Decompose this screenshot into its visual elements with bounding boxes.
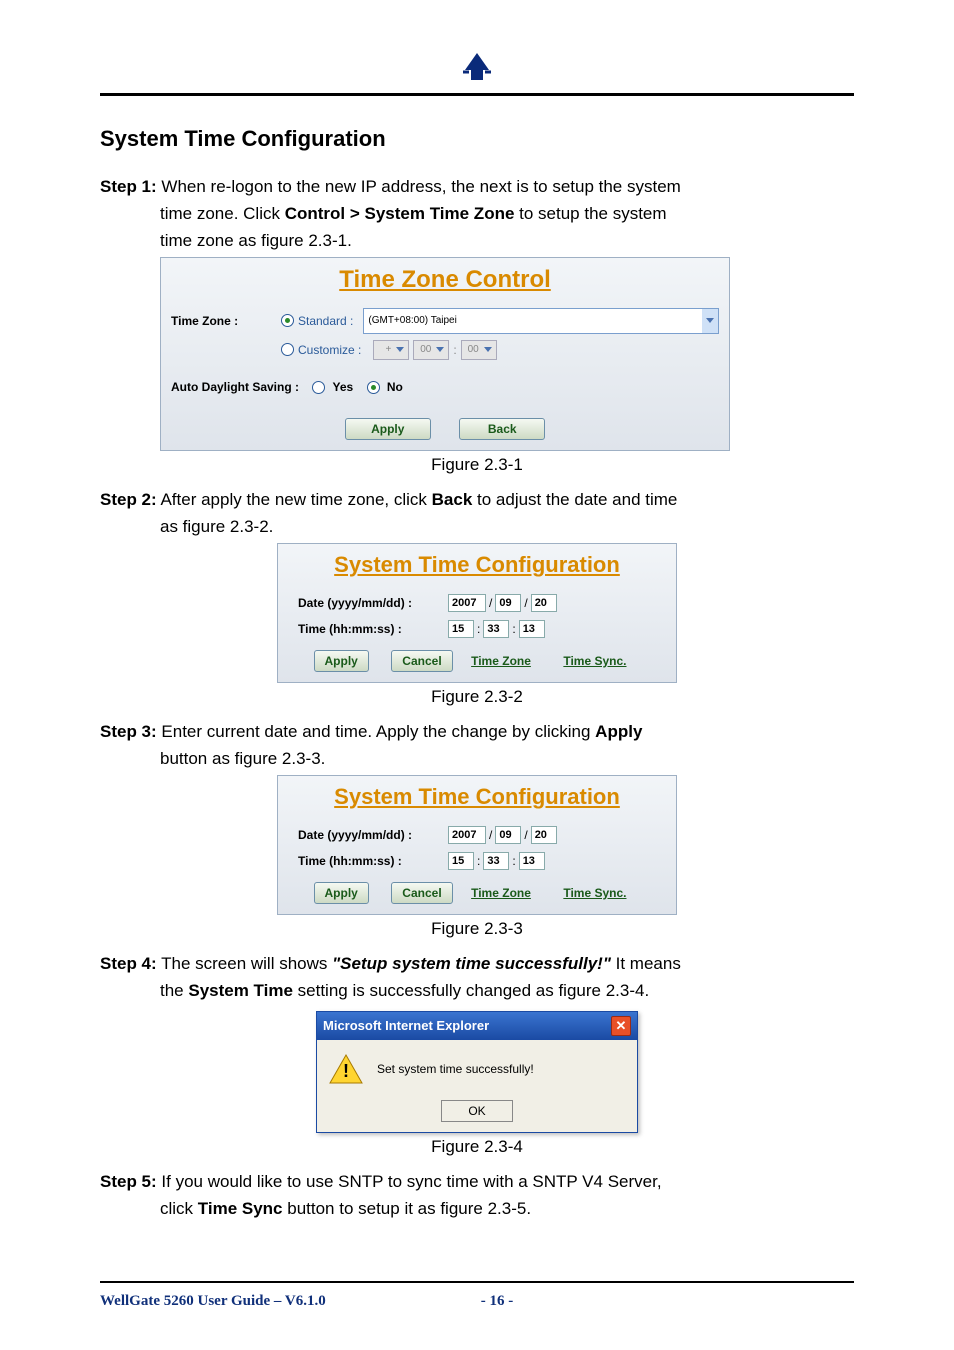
date-day-input[interactable]: 20 [531,594,557,612]
page-footer: WellGate 5260 User Guide – V6.1.0 - 16 - [100,1251,854,1310]
system-time-panel-2: System Time Configuration Date (yyyy/mm/… [277,543,677,683]
radio-standard[interactable] [281,314,294,327]
time-sync-link[interactable]: Time Sync. [563,886,626,900]
step-1-line2: time zone. Click Control > System Time Z… [160,203,854,226]
chevron-down-icon [702,309,718,333]
ok-button[interactable]: OK [441,1100,513,1122]
figure-2-3-4-caption: Figure 2.3-4 [100,1137,854,1157]
radio-ads-no[interactable] [367,381,380,394]
svg-text:!: ! [343,1061,349,1081]
customize-row: Customize : + 00 : 00 [281,340,719,360]
step-3: Step 3: Enter current date and time. App… [100,721,854,744]
auto-daylight-row: Auto Daylight Saving : Yes No [171,380,719,394]
step-1-line3: time zone as figure 2.3-1. [160,230,854,253]
radio-ads-yes[interactable] [312,381,325,394]
time-hh-input[interactable]: 15 [448,852,474,870]
header-divider [100,93,854,96]
dialog-message: Set system time successfully! [377,1062,534,1076]
time-zone-control-panel: Time Zone Control Time Zone : Standard :… [160,257,730,451]
dialog-title: Microsoft Internet Explorer [323,1018,489,1033]
warning-icon: ! [329,1054,363,1084]
time-hh-input[interactable]: 15 [448,620,474,638]
time-ss-input[interactable]: 13 [519,852,545,870]
date-month-input[interactable]: 09 [495,826,521,844]
step-2: Step 2: After apply the new time zone, c… [100,489,854,512]
time-zone-row: Time Zone : Standard : (GMT+08:00) Taipe… [171,308,719,334]
timezone-select-value: (GMT+08:00) Taipei [368,315,456,326]
time-zone-link[interactable]: Time Zone [471,886,531,900]
step-4: Step 4: The screen will shows "Setup sys… [100,953,854,976]
customize-min[interactable]: 00 [461,340,497,360]
step-4-line2: the System Time setting is successfully … [160,980,854,1003]
close-icon[interactable]: ✕ [611,1016,631,1036]
step-2-line2: as figure 2.3-2. [160,516,854,539]
ie-alert-dialog: Microsoft Internet Explorer ✕ ! Set syst… [316,1011,638,1133]
panel-title: System Time Configuration [288,784,666,810]
step-5: Step 5: If you would like to use SNTP to… [100,1171,854,1194]
radio-standard-label: Standard : [298,314,353,328]
footer-guide: WellGate 5260 User Guide – V6.1.0 [100,1293,326,1310]
date-year-input[interactable]: 2007 [448,594,486,612]
date-label: Date (yyyy/mm/dd) : [298,828,448,842]
time-sync-link[interactable]: Time Sync. [563,654,626,668]
figure-2-3-2-caption: Figure 2.3-2 [100,687,854,707]
time-mm-input[interactable]: 33 [483,852,509,870]
customize-hour[interactable]: 00 [413,340,449,360]
radio-ads-no-label: No [387,380,403,394]
step-1-text-a: When re-logon to the new IP address, the… [157,177,681,196]
customize-sign[interactable]: + [373,340,409,360]
auto-daylight-label: Auto Daylight Saving : [171,380,299,394]
radio-customize-label: Customize : [298,343,361,357]
brand-logo [100,50,854,89]
cancel-button[interactable]: Cancel [391,650,452,672]
step-1-label: Step 1: [100,177,157,196]
figure-2-3-1-caption: Figure 2.3-1 [100,455,854,475]
cancel-button[interactable]: Cancel [391,882,452,904]
date-label: Date (yyyy/mm/dd) : [298,596,448,610]
step-5-line2: click Time Sync button to setup it as fi… [160,1198,854,1221]
time-label: Time (hh:mm:ss) : [298,854,448,868]
apply-button[interactable]: Apply [314,882,369,904]
timezone-select[interactable]: (GMT+08:00) Taipei [363,308,719,334]
apply-button[interactable]: Apply [345,418,431,440]
back-button[interactable]: Back [459,418,545,440]
panel-title: Time Zone Control [171,266,719,294]
date-day-input[interactable]: 20 [531,826,557,844]
panel-title: System Time Configuration [288,552,666,578]
apply-button[interactable]: Apply [314,650,369,672]
step-1: Step 1: When re-logon to the new IP addr… [100,176,854,199]
footer-page: - 16 - [481,1293,514,1310]
radio-ads-yes-label: Yes [332,380,353,394]
figure-2-3-3-caption: Figure 2.3-3 [100,919,854,939]
date-month-input[interactable]: 09 [495,594,521,612]
time-mm-input[interactable]: 33 [483,620,509,638]
step-3-line2: button as figure 2.3-3. [160,748,854,771]
radio-customize[interactable] [281,343,294,356]
date-year-input[interactable]: 2007 [448,826,486,844]
time-zone-link[interactable]: Time Zone [471,654,531,668]
time-ss-input[interactable]: 13 [519,620,545,638]
time-zone-label: Time Zone : [171,314,281,328]
section-heading: System Time Configuration [100,126,854,152]
time-label: Time (hh:mm:ss) : [298,622,448,636]
system-time-panel-3: System Time Configuration Date (yyyy/mm/… [277,775,677,915]
